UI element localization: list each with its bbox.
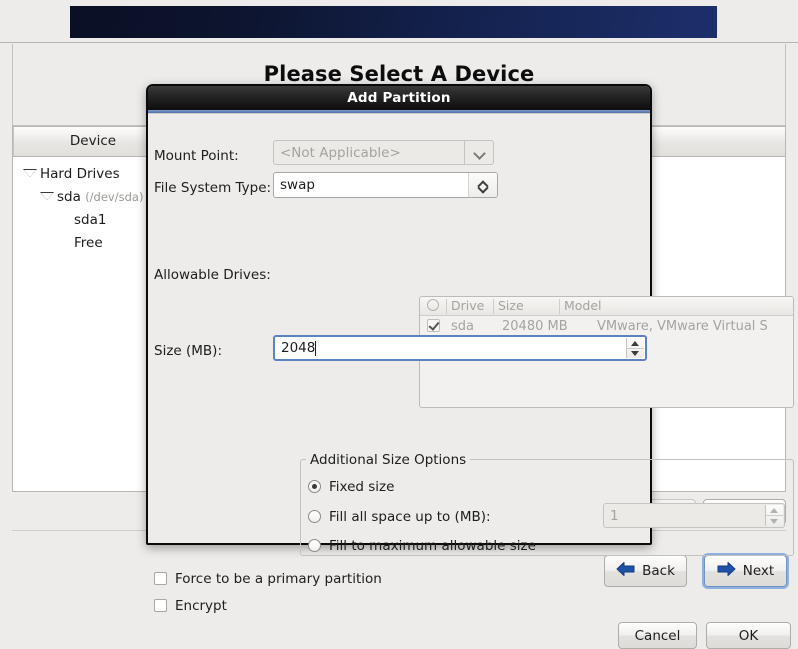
dialog-title: Add Partition	[347, 90, 451, 106]
file-system-type-combo[interactable]: swap	[273, 172, 498, 198]
stepper-down-icon[interactable]	[766, 516, 783, 526]
ok-button[interactable]: OK	[706, 622, 791, 649]
back-button[interactable]: Back	[604, 555, 687, 587]
checkbox-encrypt[interactable]: Encrypt	[154, 597, 227, 614]
chevron-down-icon[interactable]	[464, 141, 493, 164]
mount-point-label: Mount Point:	[154, 148, 239, 164]
radio-icon[interactable]	[308, 539, 321, 552]
radio-fill-all-space-up-to[interactable]: Fill all space up to (MB):	[308, 508, 491, 525]
checkbox-label: Encrypt	[175, 598, 227, 614]
fill-up-to-value: 1	[610, 507, 619, 524]
tree-row-device-path: (/dev/sda)	[85, 190, 144, 204]
dialog-title-bar[interactable]: Add Partition	[148, 86, 650, 110]
radio-label: Fill all space up to (MB):	[329, 509, 491, 525]
allowable-drives-label: Allowable Drives:	[154, 267, 271, 283]
mount-point-combo[interactable]: <Not Applicable>	[273, 140, 494, 165]
checkbox-force-primary-partition[interactable]: Force to be a primary partition	[154, 570, 382, 587]
fill-up-to-stepper[interactable]	[765, 505, 783, 526]
size-input[interactable]: 2048	[273, 335, 647, 361]
ok-button-label: OK	[738, 627, 759, 644]
file-system-type-label: File System Type:	[154, 180, 272, 196]
fill-up-to-input[interactable]: 1	[603, 503, 785, 528]
checkbox-icon[interactable]	[154, 572, 167, 585]
allowable-drives-header: Drive Size Model	[420, 297, 793, 316]
tree-row-sda1[interactable]: sda1	[74, 209, 106, 231]
tree-row-label: Free	[74, 235, 103, 251]
column-header-model[interactable]: Model	[564, 297, 602, 315]
tree-row-label: sda1	[74, 212, 107, 228]
checkbox-label: Force to be a primary partition	[175, 571, 382, 587]
column-header-size[interactable]: Size	[498, 297, 524, 315]
cancel-button[interactable]: Cancel	[618, 622, 697, 649]
select-all-radio-icon[interactable]	[427, 297, 439, 315]
stepper-up-icon[interactable]	[766, 505, 783, 516]
radio-label: Fill to maximum allowable size	[329, 538, 536, 554]
radio-icon[interactable]	[308, 510, 321, 523]
dialog-body: Mount Point: <Not Applicable> File Syste…	[148, 114, 794, 649]
cancel-button-label: Cancel	[634, 627, 681, 644]
next-button-label: Next	[742, 563, 775, 579]
add-partition-dialog: Add Partition Mount Point: <Not Applicab…	[146, 84, 794, 649]
radio-fixed-size[interactable]: Fixed size	[308, 478, 394, 495]
file-system-type-value: swap	[280, 177, 315, 193]
triangle-down-icon[interactable]	[23, 166, 37, 179]
text-cursor	[315, 340, 317, 356]
size-input-value: 2048	[281, 340, 316, 356]
back-button-label: Back	[642, 563, 675, 579]
installer-banner	[70, 6, 717, 38]
updown-chevron-icon[interactable]	[468, 173, 497, 197]
size-stepper[interactable]	[626, 338, 644, 358]
radio-icon[interactable]	[308, 480, 321, 493]
radio-fill-to-maximum[interactable]: Fill to maximum allowable size	[308, 537, 536, 554]
radio-label: Fixed size	[329, 479, 395, 495]
arrow-left-icon	[616, 561, 635, 581]
mount-point-value: <Not Applicable>	[280, 144, 401, 161]
tree-row-free[interactable]: Free	[74, 232, 103, 254]
stepper-down-icon[interactable]	[627, 349, 644, 359]
size-label: Size (MB):	[154, 343, 222, 359]
arrow-right-icon	[717, 561, 736, 581]
tree-row-label: sda	[57, 189, 81, 205]
header-separator	[0, 42, 798, 43]
page-title: Please Select A Device	[263, 62, 535, 86]
additional-size-options-legend: Additional Size Options	[306, 452, 471, 468]
triangle-down-icon[interactable]	[40, 189, 54, 202]
tree-row-hard-drives[interactable]: Hard Drives	[23, 163, 120, 185]
tree-row-label: Hard Drives	[40, 166, 120, 182]
next-button[interactable]: Next	[704, 555, 787, 587]
stepper-up-icon[interactable]	[627, 338, 644, 349]
tree-row-sda[interactable]: sda (/dev/sda)	[40, 186, 143, 208]
column-header-drive[interactable]: Drive	[451, 297, 484, 315]
